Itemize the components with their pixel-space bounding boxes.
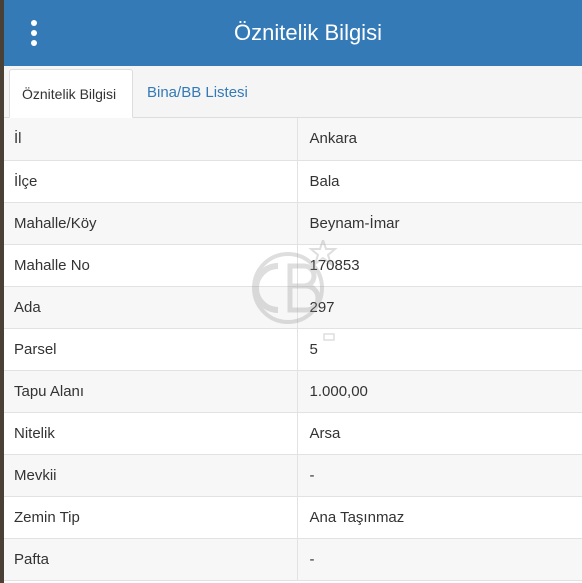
row-label: Zemin Tip (4, 496, 298, 539)
row-label: Ada (4, 286, 298, 329)
table-row: Parsel 5 (4, 328, 582, 371)
row-label: Mahalle/Köy (4, 202, 298, 245)
tab-attribute-info[interactable]: Öznitelik Bilgisi (9, 69, 133, 118)
row-value: 5 (297, 328, 582, 371)
attribute-info-panel: Öznitelik Bilgisi Öznitelik Bilgisi Bina… (4, 0, 582, 583)
tab-bar: Öznitelik Bilgisi Bina/BB Listesi (4, 66, 582, 118)
table-row: Zemin Tip Ana Taşınmaz (4, 496, 582, 539)
header-bar: Öznitelik Bilgisi (4, 0, 582, 66)
page-title: Öznitelik Bilgisi (234, 20, 382, 45)
row-label: İl (4, 118, 298, 161)
table-row: Mevkii - (4, 454, 582, 497)
table-row: Ada 297 (4, 286, 582, 329)
row-label: Mahalle No (4, 244, 298, 287)
row-value: Ankara (297, 118, 582, 161)
more-vertical-icon[interactable] (26, 20, 42, 46)
row-label: Pafta (4, 538, 298, 581)
row-label: Mevkii (4, 454, 298, 497)
table-row: Mahalle No 170853 (4, 244, 582, 287)
row-label: Nitelik (4, 412, 298, 455)
tab-building-list[interactable]: Bina/BB Listesi (135, 69, 260, 118)
row-label: Tapu Alanı (4, 370, 298, 413)
table-row: İl Ankara (4, 118, 582, 161)
row-value: 297 (297, 286, 582, 329)
table-row: Tapu Alanı 1.000,00 (4, 370, 582, 413)
row-value: Beynam-İmar (297, 202, 582, 245)
table-row: Nitelik Arsa (4, 412, 582, 455)
table-row: Pafta - (4, 538, 582, 581)
row-value: 1.000,00 (297, 370, 582, 413)
row-value: Ana Taşınmaz (297, 496, 582, 539)
row-label: İlçe (4, 160, 298, 203)
row-label: Parsel (4, 328, 298, 371)
table-row: İlçe Bala (4, 160, 582, 203)
row-value: Bala (297, 160, 582, 203)
row-value: Arsa (297, 412, 582, 455)
table-row: Mahalle/Köy Beynam-İmar (4, 202, 582, 245)
row-value: - (297, 538, 582, 581)
row-value: 170853 (297, 244, 582, 287)
attribute-table: İl Ankara İlçe Bala Mahalle/Köy Beynam-İmar Ma… (4, 118, 582, 581)
row-value: - (297, 454, 582, 497)
